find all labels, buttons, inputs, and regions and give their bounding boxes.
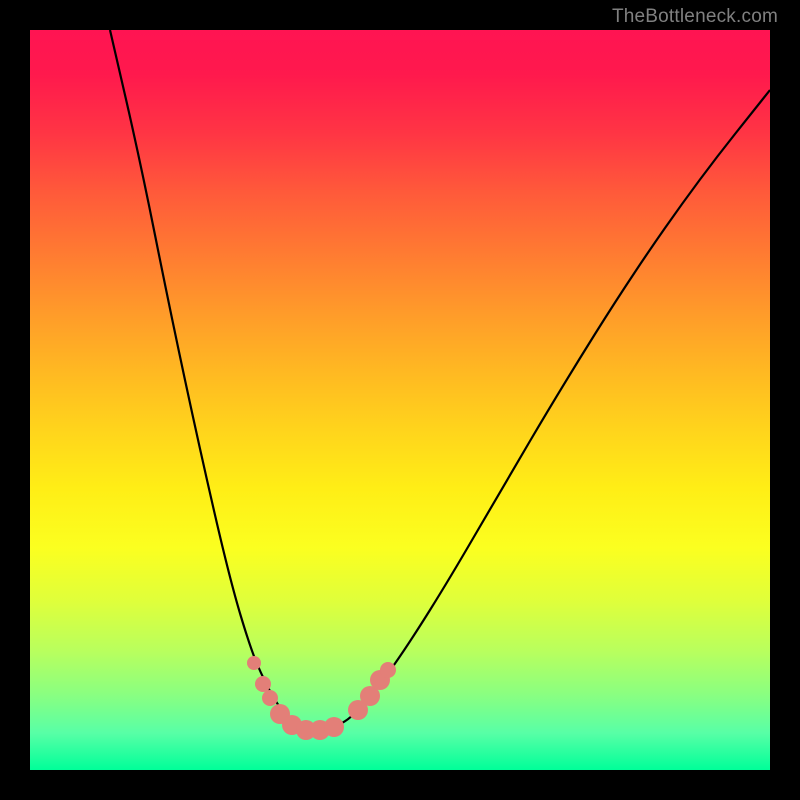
data-marker (255, 676, 271, 692)
marker-group (247, 656, 396, 740)
data-marker (247, 656, 261, 670)
data-marker (380, 662, 396, 678)
data-marker (262, 690, 278, 706)
watermark-text: TheBottleneck.com (612, 6, 778, 28)
plot-area (30, 30, 770, 770)
data-marker (324, 717, 344, 737)
bottleneck-curve (110, 30, 770, 730)
chart-svg (30, 30, 770, 770)
